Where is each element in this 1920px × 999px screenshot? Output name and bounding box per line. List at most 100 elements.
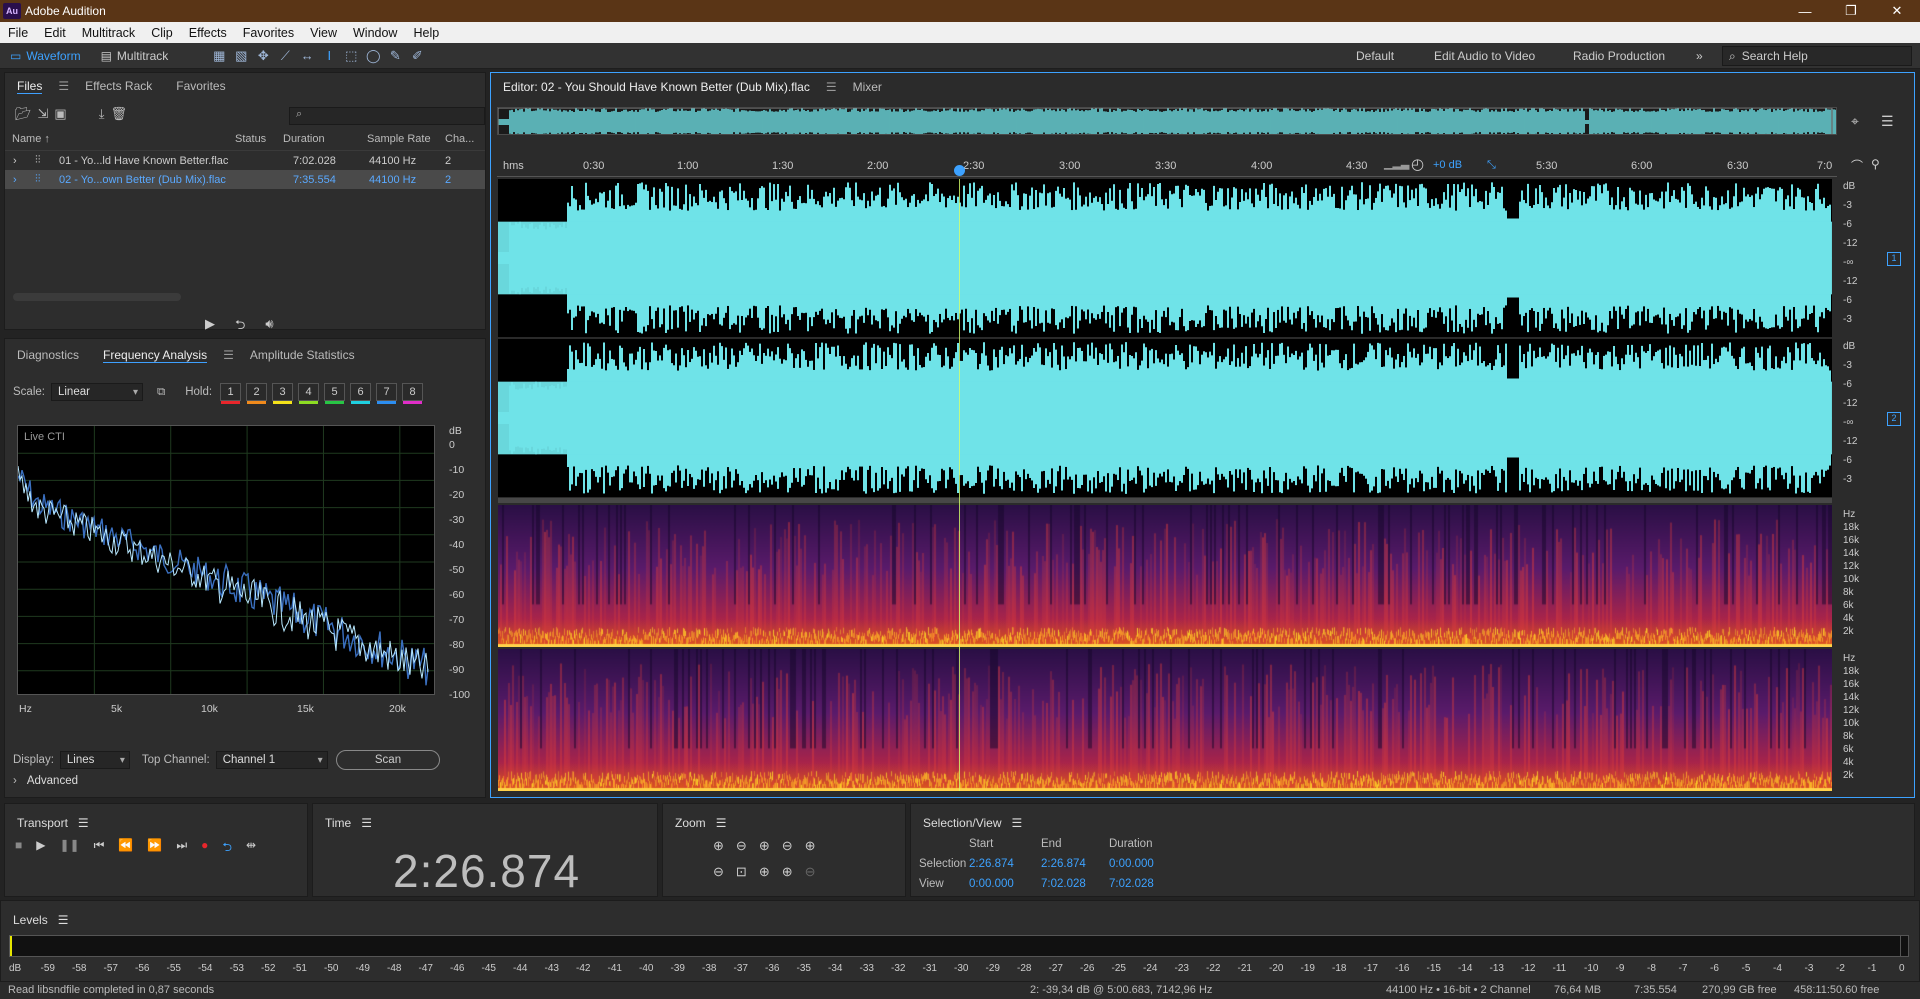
stop-icon[interactable]: ■ (15, 838, 22, 859)
view-duration[interactable]: 7:02.028 (1109, 878, 1154, 890)
zoom-to-selection-icon[interactable]: ⊡ (736, 864, 747, 880)
transport-menu-icon[interactable]: ☰ (78, 816, 89, 830)
tab-frequency-analysis[interactable]: Frequency Analysis (91, 348, 219, 363)
loop-playback-icon[interactable]: ⮌ (222, 838, 232, 859)
scan-button[interactable]: Scan (336, 750, 440, 770)
hold-button-4[interactable]: 4 (298, 383, 320, 404)
record-icon[interactable]: ● (201, 838, 208, 859)
scale-dropdown[interactable]: Linear (50, 383, 143, 401)
tab-diagnostics[interactable]: Diagnostics (5, 348, 91, 362)
selection-start[interactable]: 2:26.874 (969, 858, 1014, 870)
files-horizontal-scrollbar[interactable] (13, 293, 181, 301)
column-status[interactable]: Status (235, 133, 266, 145)
move-tool-icon[interactable]: ✥ (252, 46, 274, 66)
zoom-out-time-icon[interactable]: ⊖ (782, 838, 793, 854)
file-row[interactable]: › ⫶⫶ 01 - Yo...ld Have Known Better.flac… (5, 151, 485, 170)
expand-chevron-icon[interactable]: › (13, 174, 17, 186)
workspace-radio-production[interactable]: Radio Production (1573, 43, 1665, 69)
zoom-in-time-icon[interactable]: ⊕ (759, 838, 770, 854)
maximize-button[interactable]: ❐ (1828, 0, 1874, 22)
menu-file[interactable]: File (0, 26, 36, 40)
play-icon[interactable]: ▶ (36, 838, 45, 859)
search-help-field[interactable]: ⌕ Search Help (1722, 46, 1912, 66)
files-panel-menu-icon[interactable]: ☰ (54, 79, 73, 93)
new-file-icon[interactable]: ▣ (54, 106, 66, 122)
display-dropdown[interactable]: Lines (59, 751, 130, 769)
view-splitter[interactable] (498, 498, 1832, 503)
hold-button-6[interactable]: 6 (350, 383, 372, 404)
preview-loop-icon[interactable]: ⮌ (235, 316, 245, 338)
menu-favorites[interactable]: Favorites (235, 26, 302, 40)
frequency-graph[interactable]: Live CTI (17, 425, 435, 695)
workspace-default[interactable]: Default (1356, 43, 1394, 69)
tab-files[interactable]: Files (5, 79, 54, 94)
view-start[interactable]: 0:00.000 (969, 878, 1014, 890)
zoom-in-amplitude-icon[interactable]: ⊕ (713, 838, 724, 854)
fast-forward-icon[interactable]: ⏩ (147, 838, 162, 859)
level-meter[interactable] (9, 935, 1909, 957)
tab-favorites[interactable]: Favorites (164, 79, 237, 93)
tab-mixer[interactable]: Mixer (841, 80, 894, 94)
menu-clip[interactable]: Clip (143, 26, 181, 40)
tab-editor[interactable]: Editor: 02 - You Should Have Known Bette… (491, 80, 822, 94)
spectral-display-icon[interactable]: ▦ (208, 46, 230, 66)
waveform-view-button[interactable]: ▭ Waveform (0, 46, 91, 66)
waveform-display[interactable] (498, 179, 1832, 497)
workspace-edit-audio-to-video[interactable]: Edit Audio to Video (1434, 43, 1535, 69)
column-duration[interactable]: Duration (283, 133, 325, 145)
advanced-chevron-icon[interactable]: › (13, 775, 17, 787)
expand-chevron-icon[interactable]: › (13, 155, 17, 167)
selection-view-menu-icon[interactable]: ☰ (1012, 816, 1023, 830)
column-sample-rate[interactable]: Sample Rate (367, 133, 431, 145)
selection-end[interactable]: 2:26.874 (1041, 858, 1086, 870)
analysis-panel-menu-icon[interactable]: ☰ (219, 348, 238, 362)
hold-button-7[interactable]: 7 (376, 383, 398, 404)
layout-toggle-icon[interactable]: ☰ (1881, 113, 1894, 130)
spot-healing-tool-icon[interactable]: ✐ (406, 46, 428, 66)
top-channel-dropdown[interactable]: Channel 1 (215, 751, 328, 769)
hold-button-1[interactable]: 1 (220, 383, 242, 404)
auto-play-icon[interactable]: 🔊︎ (265, 316, 273, 338)
column-name[interactable]: Name ↑ (12, 133, 50, 145)
slip-tool-icon[interactable]: ↔ (296, 46, 318, 66)
hold-button-3[interactable]: 3 (272, 383, 294, 404)
zoom-in-frequency-icon[interactable]: ⊕ (805, 838, 816, 854)
time-ruler[interactable]: hms 0:30 1:00 1:30 2:00 2:30 3:00 3:30 4:00 4:30 5… (497, 155, 1837, 177)
menu-help[interactable]: Help (405, 26, 447, 40)
zoom-menu-icon[interactable]: ☰ (716, 816, 727, 830)
snap-icon[interactable]: ⌒ (1851, 157, 1863, 174)
link-channels-icon[interactable]: ⧉ (157, 386, 165, 399)
hold-button-8[interactable]: 8 (402, 383, 424, 404)
delete-file-icon[interactable]: 🗑︎ (110, 106, 127, 122)
hold-button-2[interactable]: 2 (246, 383, 268, 404)
zoom-in-amplitude-icon[interactable]: ⌖ (1851, 113, 1859, 130)
insert-into-multitrack-icon[interactable]: ⤓ (99, 106, 105, 122)
volume-knob-icon[interactable]: ◴ (1411, 155, 1424, 173)
clip-indicator[interactable] (1900, 936, 1908, 956)
zoom-in-at-end-icon[interactable]: ⊕ (782, 864, 793, 880)
brush-tool-icon[interactable]: ✎ (384, 46, 406, 66)
editor-panel-menu-icon[interactable]: ☰ (822, 80, 841, 94)
view-end[interactable]: 7:02.028 (1041, 878, 1086, 890)
playhead[interactable] (958, 179, 960, 791)
close-button[interactable]: ✕ (1874, 0, 1920, 22)
skip-selection-icon[interactable]: ⇹ (246, 838, 256, 859)
channel-2-badge[interactable]: 2 (1887, 412, 1901, 426)
playhead-handle-icon[interactable] (953, 165, 965, 176)
spectral-display-channel-1[interactable] (498, 505, 1832, 647)
levels-menu-icon[interactable]: ☰ (58, 913, 69, 927)
selection-duration[interactable]: 0:00.000 (1109, 858, 1154, 870)
pause-icon[interactable]: ❚❚ (59, 838, 79, 859)
hold-button-5[interactable]: 5 (324, 383, 346, 404)
channel-1-badge[interactable]: 1 (1887, 252, 1901, 266)
spectral-display-channel-2[interactable] (498, 649, 1832, 791)
column-channels[interactable]: Cha... (445, 133, 474, 145)
multitrack-view-button[interactable]: ▤ Multitrack (91, 46, 179, 66)
files-search-input[interactable]: ⌕ (289, 107, 485, 125)
rewind-icon[interactable]: ⏪ (118, 838, 133, 859)
pin-hud-icon[interactable]: ⤡ (1487, 159, 1496, 172)
tab-amplitude-statistics[interactable]: Amplitude Statistics (238, 348, 367, 362)
time-menu-icon[interactable]: ☰ (361, 816, 372, 830)
gain-value[interactable]: +0 dB (1433, 159, 1462, 171)
marquee-tool-icon[interactable]: ⬚ (340, 46, 362, 66)
